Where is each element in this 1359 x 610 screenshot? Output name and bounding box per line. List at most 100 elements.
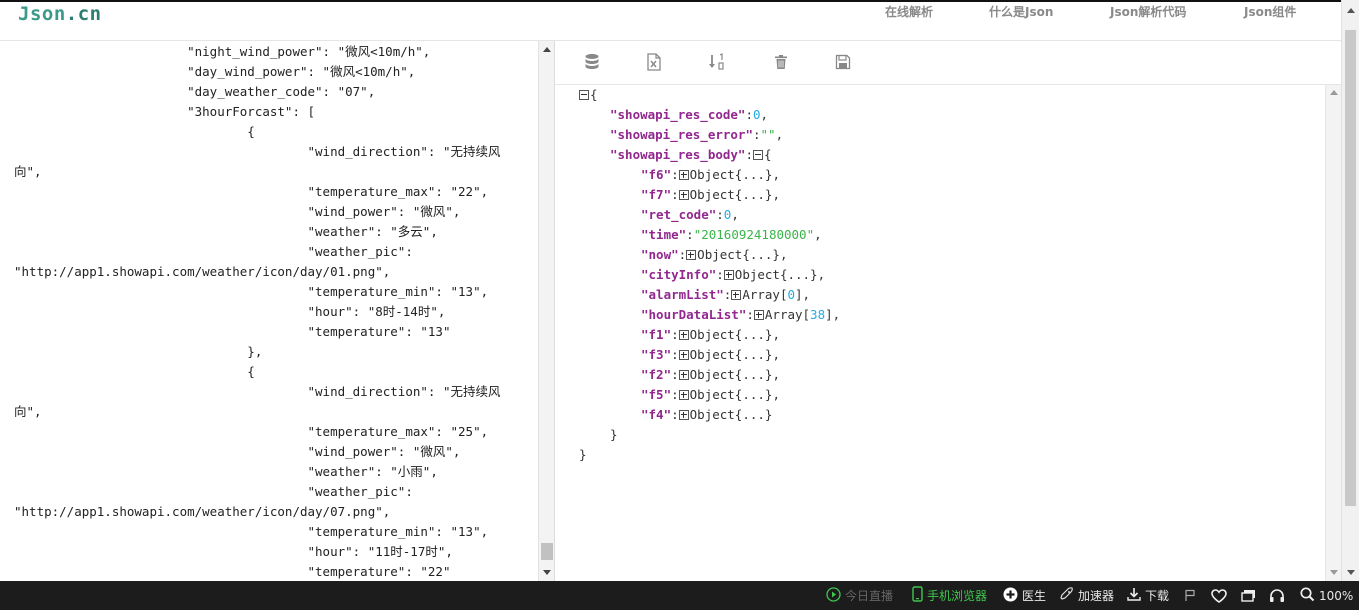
tree-trailing-comma: , [832, 307, 841, 322]
tree-array-close: ] [795, 287, 803, 302]
download-label: 下载 [1145, 589, 1170, 603]
excel-icon[interactable] [643, 51, 665, 73]
punctuation: : [671, 387, 679, 402]
tree-key: "ret_code" [641, 207, 717, 222]
rocket-icon [1060, 587, 1074, 604]
tree-row-res-error: "showapi_res_error":"", [579, 125, 840, 145]
tree-key: "alarmList" [641, 287, 724, 302]
tree-key: "f3" [641, 347, 672, 362]
expand-plus-icon[interactable] [678, 170, 689, 180]
nav-what-is-json[interactable]: 什么是Json [989, 3, 1053, 20]
headphones-icon[interactable] [1268, 581, 1286, 610]
nav-json-components[interactable]: Json组件 [1244, 3, 1296, 20]
json-source-text: "night_wind_power": "微风<10m/h", "day_win… [14, 42, 534, 581]
expand-plus-icon[interactable] [678, 190, 689, 200]
punctuation: : [723, 287, 732, 302]
page-scrollbar[interactable] [1341, 0, 1359, 581]
tree-collapsed-value: Object{...} [689, 187, 773, 202]
doctor-plus-icon [1003, 587, 1018, 605]
json-input-textarea[interactable]: "night_wind_power": "微风<10m/h", "day_win… [0, 41, 538, 581]
window-icon[interactable] [1239, 581, 1257, 610]
tree-key: "hourDataList" [641, 307, 747, 322]
scroll-up-arrow-icon[interactable] [543, 47, 551, 52]
browser-status-bar: 今日直播 手机浏览器 医生 加速器 下载 100% [0, 581, 1359, 610]
tree-row-res-body: "showapi_res_body": { [579, 145, 840, 165]
download-icon [1127, 587, 1141, 604]
tree-row-body-item: "hourDataList": Array[38], [579, 305, 840, 325]
nav-online-parse[interactable]: 在线解析 [885, 3, 933, 20]
punctuation: : [671, 367, 679, 382]
download-button[interactable]: 下载 [1127, 581, 1169, 610]
collapse-body-icon[interactable] [753, 150, 763, 160]
tree-trailing-comma: , [779, 247, 788, 262]
source-line: "temperature_max": "22", [14, 184, 489, 199]
accelerator-button[interactable]: 加速器 [1060, 581, 1114, 610]
tree-string-value: "20160924180000" [693, 227, 815, 242]
page-scroll-up-icon[interactable] [1347, 8, 1355, 13]
source-line: "http://app1.showapi.com/weather/icon/da… [14, 264, 391, 279]
punctuation: : [716, 207, 724, 222]
flag-icon[interactable] [1182, 581, 1198, 610]
punctuation: : [678, 247, 687, 262]
tree-trailing-comma: , [772, 367, 780, 382]
expand-plus-icon[interactable] [678, 350, 689, 360]
database-icon[interactable] [581, 51, 603, 73]
tree-trailing-comma: , [772, 347, 780, 362]
tree-row-body-item: "now": Object{...}, [579, 245, 840, 265]
viewer-scroll-up-icon[interactable] [1330, 90, 1338, 95]
scroll-down-arrow-icon[interactable] [543, 570, 551, 575]
punctuation: : [753, 127, 761, 142]
tree-trailing-comma: , [772, 187, 780, 202]
doctor-button[interactable]: 医生 [1003, 581, 1046, 610]
tree-row-body-item: "f4": Object{...} [579, 405, 840, 425]
expand-plus-icon[interactable] [678, 390, 689, 400]
zoom-button[interactable]: 100% [1300, 581, 1353, 610]
punctuation: : [745, 147, 753, 162]
source-line: "hour": "11时-17时", [14, 544, 453, 559]
source-line: "wind_direction": "无持续风 [14, 384, 501, 399]
tree-collapsed-value: Object{...} [689, 387, 773, 402]
expand-plus-icon[interactable] [753, 310, 764, 320]
scroll-thumb[interactable] [541, 543, 553, 560]
expand-plus-icon[interactable] [678, 410, 689, 420]
save-icon[interactable] [832, 51, 854, 73]
tree-collapsed-value: Object{...} [689, 327, 773, 342]
expand-plus-icon[interactable] [723, 270, 734, 280]
tree-row-body-item: "f2": Object{...}, [579, 365, 840, 385]
tree-key: "cityInfo" [641, 267, 717, 282]
tree-collapsed-value: Object{...} [689, 407, 773, 422]
expand-plus-icon[interactable] [678, 370, 689, 380]
expand-plus-icon[interactable] [686, 250, 697, 260]
tree-root-close: } [579, 445, 840, 465]
json-tree: {"showapi_res_code":0, "showapi_res_error… [579, 85, 840, 465]
nav-json-parse-code[interactable]: Json解析代码 [1110, 3, 1186, 20]
live-button[interactable]: 今日直播 [826, 581, 893, 610]
tree-row-body-item: "alarmList": Array[0], [579, 285, 840, 305]
accelerator-label: 加速器 [1078, 589, 1115, 603]
tree-key: "showapi_res_code" [610, 107, 746, 122]
tree-key: "f1" [641, 327, 672, 342]
input-scrollbar[interactable] [538, 41, 554, 581]
sort-icon[interactable] [706, 51, 728, 73]
punctuation: : [671, 327, 679, 342]
heart-icon[interactable] [1210, 581, 1228, 610]
source-line: "weather_pic": [14, 244, 413, 259]
doctor-label: 医生 [1022, 589, 1047, 603]
tree-body-close: } [579, 425, 840, 445]
page-scroll-down-icon[interactable] [1347, 570, 1355, 575]
trash-icon[interactable] [770, 51, 792, 73]
viewer-scroll-down-icon[interactable] [1330, 570, 1338, 575]
tree-trailing-comma: , [772, 387, 780, 402]
mobile-browser-button[interactable]: 手机浏览器 [912, 581, 987, 610]
tree-key: "time" [641, 227, 687, 242]
phone-icon [912, 586, 923, 605]
expand-plus-icon[interactable] [678, 330, 689, 340]
page-scroll-thumb[interactable] [1345, 30, 1356, 506]
source-line: "temperature_min": "13", [14, 284, 489, 299]
collapse-root-icon[interactable] [579, 90, 589, 100]
source-line: { [14, 124, 255, 139]
viewer-scrollbar[interactable] [1325, 85, 1341, 581]
tree-row-body-item: "f7": Object{...}, [579, 185, 840, 205]
expand-plus-icon[interactable] [731, 290, 742, 300]
punctuation: , [760, 107, 769, 122]
